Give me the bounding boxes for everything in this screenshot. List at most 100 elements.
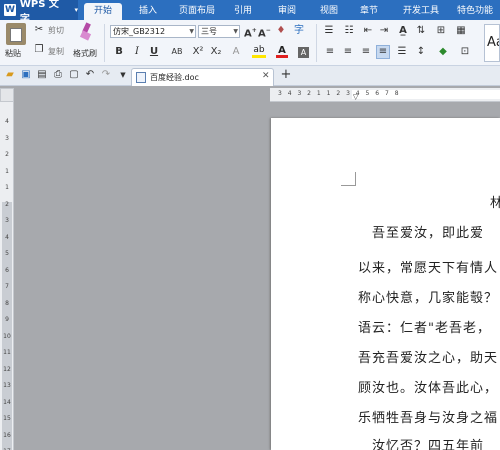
phonetic-guide-icon[interactable]: 字 (292, 25, 306, 37)
print-preview-icon[interactable]: ▢ (68, 69, 80, 81)
copy-button[interactable]: 复制 (48, 46, 64, 57)
font-name-select[interactable]: 仿宋_GB2312 ▼ (110, 25, 196, 38)
ruler-number: 16 (3, 431, 11, 439)
font-size-value: 三号 (201, 27, 217, 36)
clipboard-icon[interactable] (6, 23, 26, 45)
ruler-number: 2 (5, 151, 9, 158)
font-name-value: 仿宋_GB2312 (113, 27, 166, 36)
undo-icon[interactable]: ↶ (84, 69, 96, 81)
justify-icon[interactable]: ≡ (376, 45, 390, 59)
divider (316, 24, 317, 62)
align-center-icon[interactable]: ≡ (342, 46, 354, 58)
document-line: 语云：仁者"老吾老， (358, 321, 491, 336)
align-left-icon[interactable]: ≡ (324, 46, 336, 58)
document-tab[interactable]: 百度经验.doc ✕ (131, 68, 274, 86)
clear-format-icon[interactable]: ♦ (274, 25, 288, 37)
output-pdf-icon[interactable]: ▤ (36, 69, 48, 81)
chevron-down-icon: ▼ (233, 28, 238, 35)
numbered-list-icon[interactable]: ☷ (342, 25, 356, 37)
horizontal-ruler: 3 4 3 2 1 1 2 3 4 5 6 7 8 ▽ (270, 88, 500, 102)
indent-icon[interactable]: ⇥ (378, 25, 390, 37)
line-spacing-icon[interactable]: ↕ (414, 46, 428, 58)
text-outline-icon[interactable]: A (230, 46, 242, 58)
document-line: 乐牺牲吾身与汝身之福 (358, 411, 499, 426)
document-line: 吾至爱汝，即此爱 (372, 226, 485, 241)
paste-button[interactable]: 粘贴 (5, 48, 21, 59)
grow-font-icon[interactable]: A+ (244, 25, 257, 40)
ruler-number: 4 (5, 233, 9, 241)
font-size-select[interactable]: 三号 ▼ (198, 25, 240, 38)
document-line: 称心快意，几家能彀？ (358, 291, 499, 306)
cut-button[interactable]: 剪切 (48, 25, 64, 36)
divider (104, 24, 105, 62)
ribbon-toolbar: 粘贴 ✂ 剪切 ❐ 复制 格式刷 仿宋_GB2312 ▼ 三号 ▼ A+ A− ♦ … (0, 20, 500, 66)
ruler-number: 2 (5, 200, 9, 208)
style-preview: Aa (487, 35, 499, 50)
vertical-ruler: 43211234567891011121314151617 (0, 102, 14, 450)
tab-section[interactable]: 章节 (352, 3, 386, 20)
tab-home[interactable]: 开始 (84, 3, 122, 20)
print-icon[interactable]: ⎙ (52, 69, 64, 81)
chinese-layout-icon[interactable]: A̲ (396, 25, 410, 37)
bold-icon[interactable]: B (114, 46, 124, 58)
ruler-number: 3 (5, 217, 9, 224)
font-color-icon[interactable]: A (276, 46, 288, 58)
margin-corner-mark (341, 172, 356, 186)
tab-developer[interactable]: 开发工具 (396, 3, 446, 20)
document-page[interactable] (271, 118, 500, 450)
style-gallery[interactable]: Aa (484, 24, 500, 62)
document-line: 吾充吾爱汝之心，助天 (358, 351, 499, 366)
new-tab-icon[interactable]: + (280, 68, 292, 81)
document-line: 以来，常愿天下有情人 (358, 261, 499, 276)
shrink-font-icon[interactable]: A− (258, 25, 271, 40)
char-shading-icon[interactable]: A (298, 47, 309, 58)
table-border-icon[interactable]: ▦ (454, 25, 468, 37)
indent-marker-icon[interactable]: ▽ (353, 94, 358, 101)
close-icon[interactable]: ✕ (262, 71, 270, 81)
customize-toolbar-icon[interactable]: ▼ (118, 69, 128, 81)
format-painter-button[interactable]: 格式刷 (73, 48, 97, 59)
italic-icon[interactable]: I (132, 46, 142, 58)
ruler-toggle-icon[interactable] (0, 88, 14, 102)
ruler-number: 10 (3, 332, 11, 340)
brush-icon[interactable] (78, 22, 94, 41)
bullet-list-icon[interactable]: ☰ (322, 25, 336, 37)
tab-review[interactable]: 审阅 (270, 3, 304, 20)
show-marks-icon[interactable]: ⊞ (434, 25, 448, 37)
tab-insert[interactable]: 插入 (130, 3, 166, 20)
superscript-icon[interactable]: X² (192, 46, 204, 58)
outdent-icon[interactable]: ⇤ (362, 25, 374, 37)
scissors-icon[interactable]: ✂ (33, 24, 45, 36)
ruler-number: 5 (5, 250, 9, 257)
ruler-number: 13 (3, 382, 11, 389)
ruler-number: 15 (3, 415, 11, 422)
tab-special[interactable]: 特色功能 (450, 3, 500, 20)
align-right-icon[interactable]: ≡ (360, 46, 372, 58)
distribute-icon[interactable]: ☰ (396, 46, 408, 58)
ruler-number: 1 (5, 167, 9, 175)
highlight-icon[interactable]: ab (252, 46, 266, 58)
ruler-number: 12 (3, 365, 11, 373)
open-folder-icon[interactable]: ▰ (4, 69, 16, 81)
ruler-number: 3 (5, 134, 9, 142)
tab-references[interactable]: 引用 (226, 3, 260, 20)
ruler-number: 7 (5, 283, 9, 290)
tab-page-layout[interactable]: 页面布局 (172, 3, 222, 20)
border-icon[interactable]: ⊡ (458, 46, 472, 58)
shading-icon[interactable]: ◆ (436, 46, 450, 58)
ruler-number: 9 (5, 316, 9, 323)
redo-icon[interactable]: ↷ (100, 69, 112, 81)
document-heading: 林 (490, 196, 500, 211)
ruler-number: 1 (5, 184, 9, 191)
save-icon[interactable]: ▣ (20, 69, 32, 81)
ribbon-tab-bar: W WPS 文字 ▾ 开始 插入 页面布局 引用 审阅 视图 章节 开发工具 特… (0, 0, 500, 25)
sort-icon[interactable]: ⇅ (414, 25, 428, 37)
ruler-number: 14 (3, 398, 11, 406)
text-effect-icon[interactable]: AB (168, 46, 186, 58)
subscript-icon[interactable]: X₂ (210, 46, 222, 58)
copy-icon[interactable]: ❐ (33, 44, 45, 56)
ruler-number: 4 (5, 118, 9, 125)
wps-menu-button[interactable]: W WPS 文字 ▾ (0, 0, 78, 25)
underline-icon[interactable]: U (148, 46, 160, 58)
tab-view[interactable]: 视图 (312, 3, 346, 20)
